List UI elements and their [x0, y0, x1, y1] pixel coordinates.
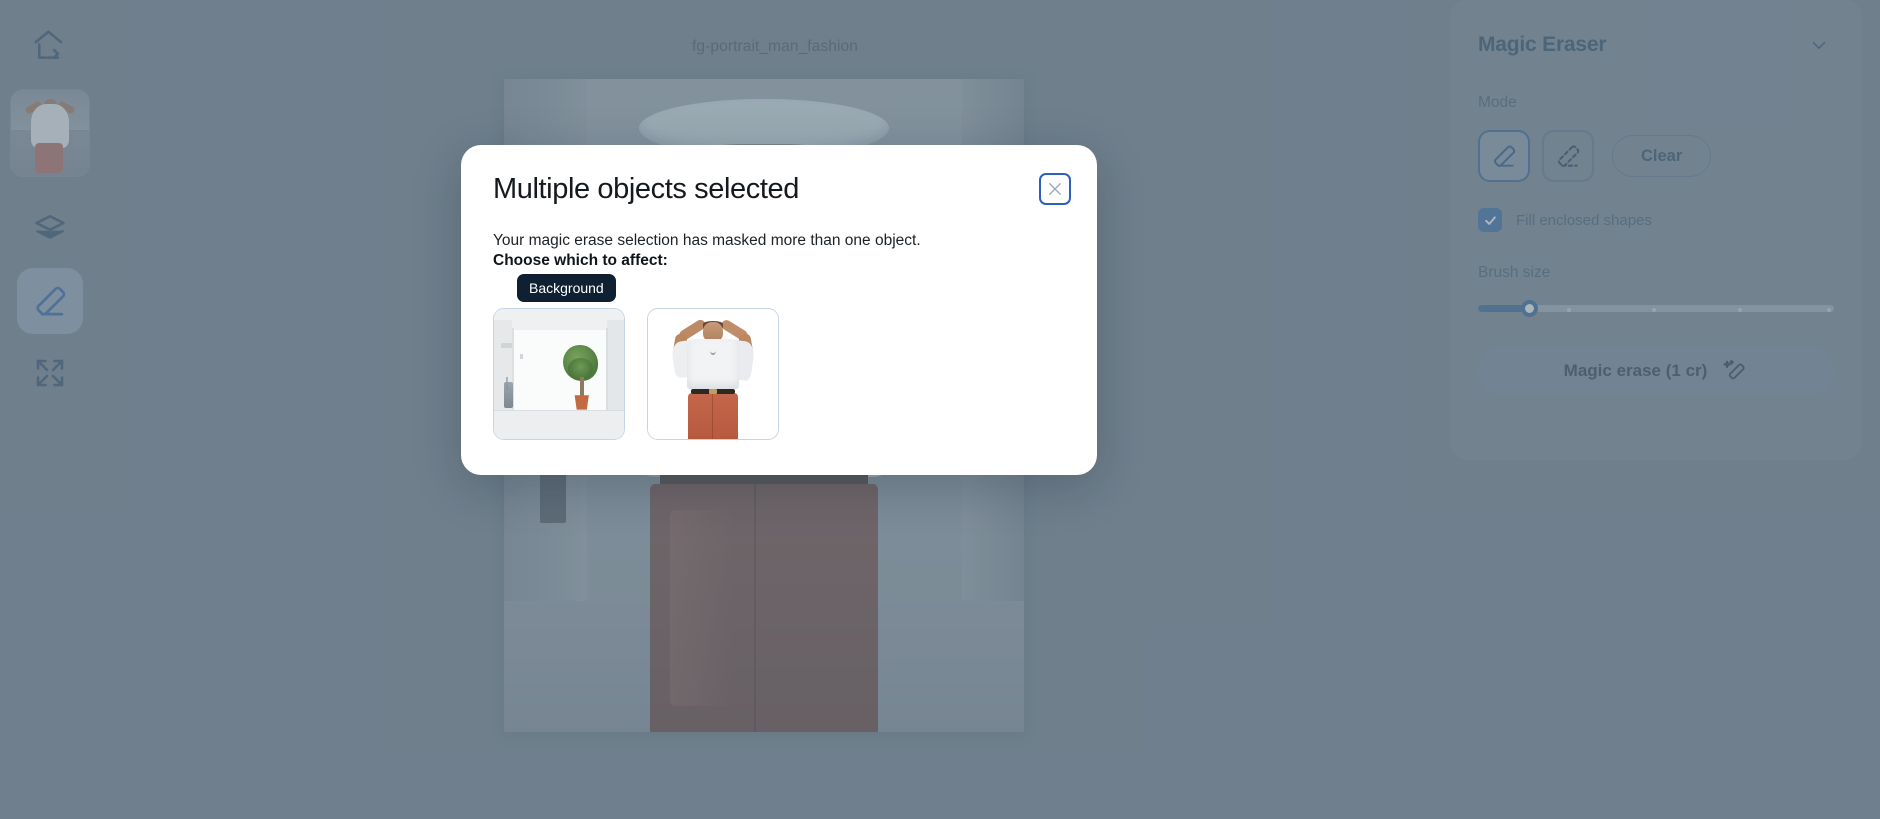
modal-prompt: Choose which to affect:: [493, 252, 668, 270]
foreground-thumbnail-image: [648, 309, 778, 440]
object-options: [493, 308, 1065, 441]
close-icon[interactable]: [1039, 173, 1071, 205]
modal-title: Multiple objects selected: [493, 173, 799, 205]
background-thumbnail[interactable]: [493, 308, 625, 441]
foreground-thumbnail[interactable]: [647, 308, 779, 441]
background-thumbnail-image: [494, 309, 624, 440]
modal-body-text: Your magic erase selection has masked mo…: [493, 232, 921, 249]
multiple-objects-modal: Multiple objects selected Your magic era…: [461, 145, 1097, 475]
app-root: fg-portrait_man_fashion: [0, 0, 1880, 819]
background-tooltip: Background: [517, 274, 616, 303]
